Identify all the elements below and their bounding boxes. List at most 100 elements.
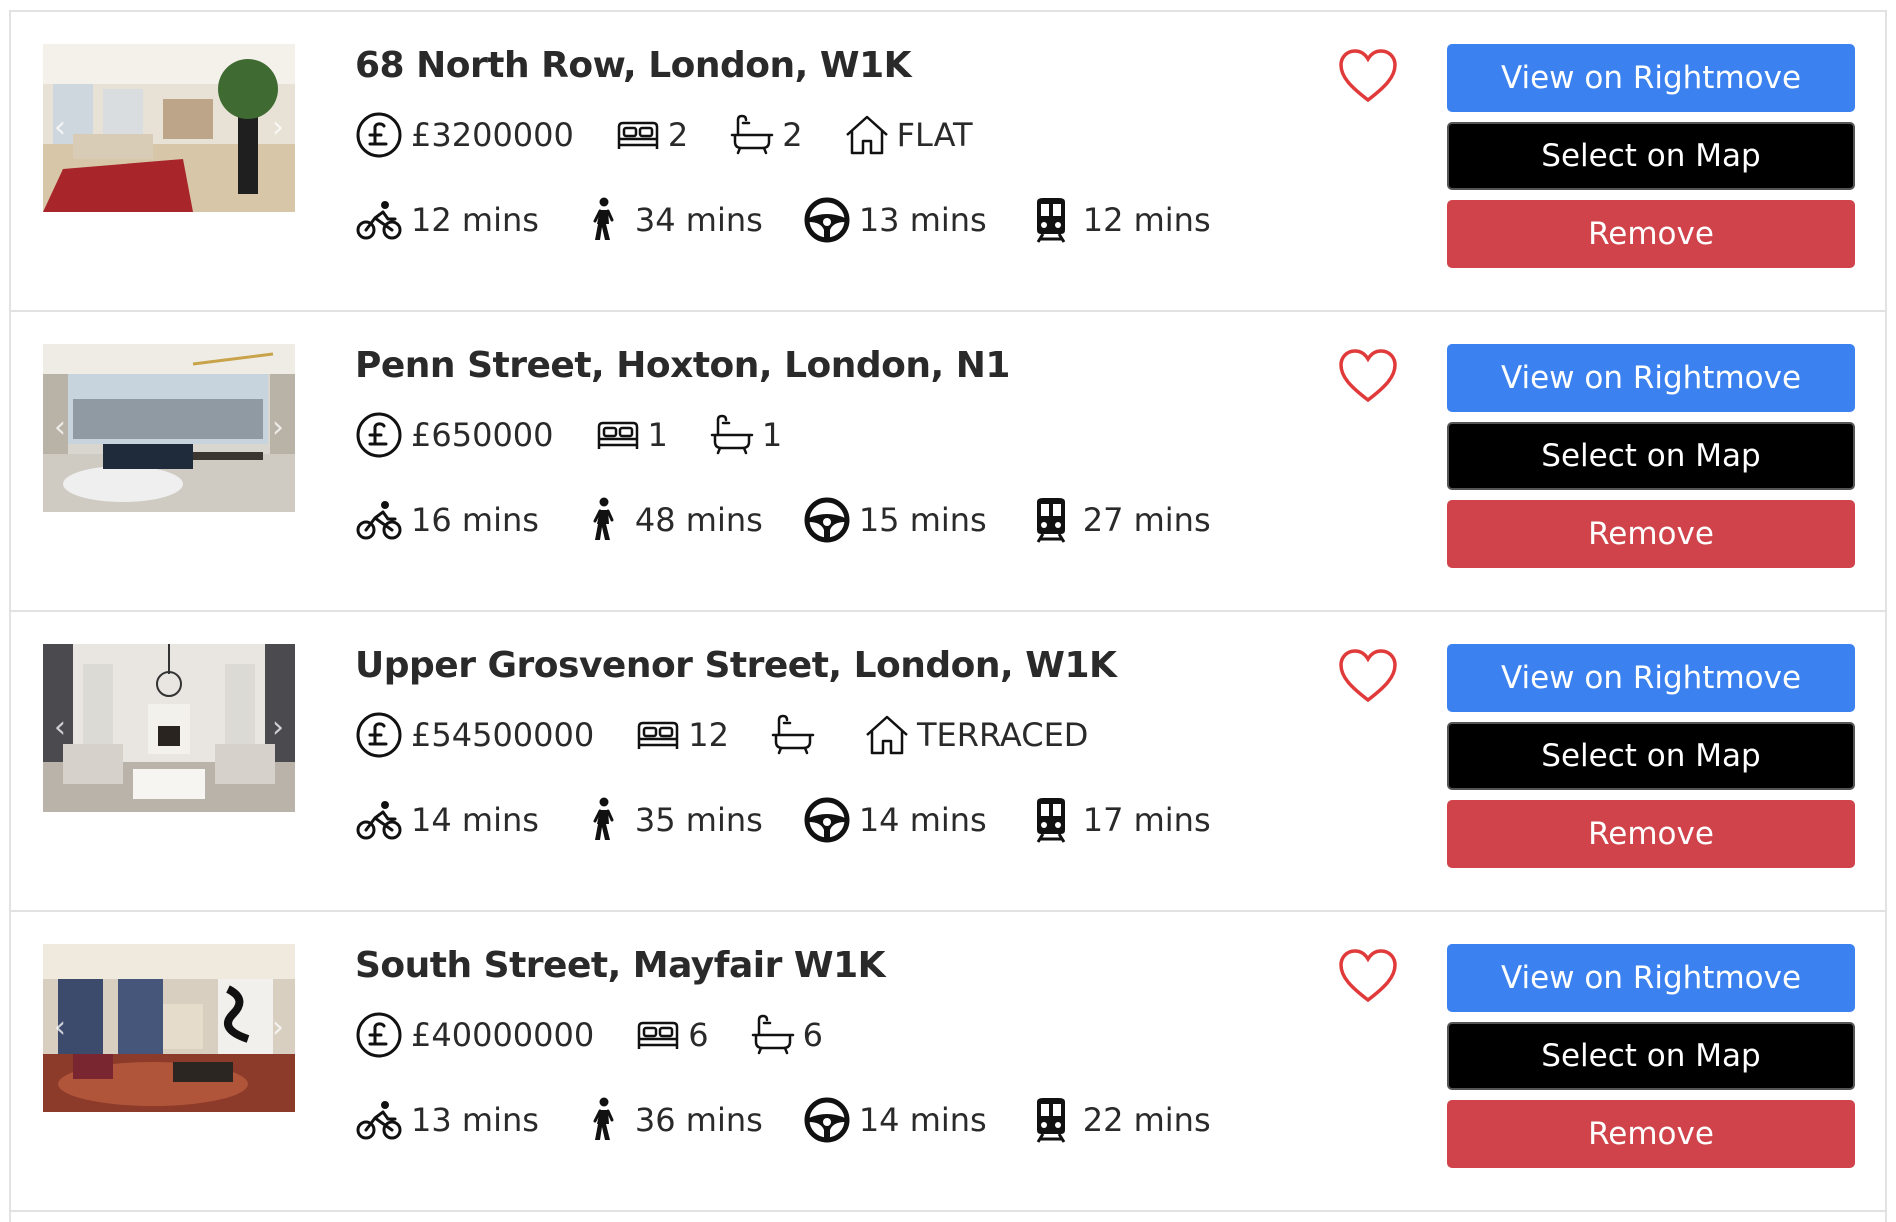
price-value: £40000000 xyxy=(411,1016,595,1054)
transit-time: 27 mins xyxy=(1082,501,1211,539)
carousel-prev-icon[interactable]: ‹ xyxy=(49,112,71,144)
bathtub-icon xyxy=(708,411,756,459)
bike-time: 13 mins xyxy=(411,1101,539,1139)
transit-time: 12 mins xyxy=(1082,201,1211,239)
steering-wheel-icon xyxy=(803,196,851,244)
bed-icon xyxy=(634,1011,682,1059)
price: £40000000 xyxy=(355,1011,594,1059)
bike-time: 12 mins xyxy=(411,201,539,239)
heart-icon[interactable] xyxy=(1337,346,1399,408)
price: £650000 xyxy=(355,411,554,459)
property-card: ‹ › South Street, Mayfair W1K £40000000 … xyxy=(11,912,1885,1212)
travel-times: 12 mins 34 mins 13 mins 12 mins xyxy=(355,195,1251,245)
travel-transit: 12 mins xyxy=(1027,196,1211,244)
pound-circle-icon xyxy=(355,711,403,759)
carousel-prev-icon[interactable]: ‹ xyxy=(49,412,71,444)
train-icon xyxy=(1027,796,1075,844)
travel-bike: 12 mins xyxy=(355,196,539,244)
property-photo xyxy=(43,944,295,1112)
carousel-next-icon[interactable]: › xyxy=(267,1012,289,1044)
train-icon xyxy=(1027,496,1075,544)
property-details: £40000000 6 6 xyxy=(355,1010,863,1060)
carousel-next-icon[interactable]: › xyxy=(267,712,289,744)
bathrooms-value: 2 xyxy=(782,116,803,154)
carousel-prev-icon[interactable]: ‹ xyxy=(49,712,71,744)
bike-time: 14 mins xyxy=(411,801,539,839)
carousel-next-icon[interactable]: › xyxy=(267,112,289,144)
walk-time: 35 mins xyxy=(634,801,763,839)
select-on-map-button[interactable]: Select on Map xyxy=(1447,722,1855,790)
pound-circle-icon xyxy=(355,1011,403,1059)
property-type: FLAT xyxy=(843,111,973,159)
bed-icon xyxy=(634,711,682,759)
travel-bike: 14 mins xyxy=(355,796,539,844)
select-on-map-button[interactable]: Select on Map xyxy=(1447,422,1855,490)
price-value: £54500000 xyxy=(411,716,595,754)
bed-icon xyxy=(594,411,642,459)
travel-times: 16 mins 48 mins 15 mins 27 mins xyxy=(355,495,1251,545)
walking-icon xyxy=(579,1096,627,1144)
view-on-rightmove-button[interactable]: View on Rightmove xyxy=(1447,644,1855,712)
bedrooms: 2 xyxy=(614,111,688,159)
remove-button[interactable]: Remove xyxy=(1447,1100,1855,1168)
pound-circle-icon xyxy=(355,111,403,159)
heart-icon[interactable] xyxy=(1337,46,1399,108)
remove-button[interactable]: Remove xyxy=(1447,500,1855,568)
travel-drive: 15 mins xyxy=(803,496,987,544)
bicycle-icon xyxy=(355,496,403,544)
travel-drive: 14 mins xyxy=(803,796,987,844)
steering-wheel-icon xyxy=(803,1096,851,1144)
view-on-rightmove-button[interactable]: View on Rightmove xyxy=(1447,344,1855,412)
bathrooms: 6 xyxy=(749,1011,823,1059)
travel-times: 14 mins 35 mins 14 mins 17 mins xyxy=(355,795,1251,845)
property-photo-carousel[interactable]: ‹ › xyxy=(43,44,295,212)
bedrooms-value: 6 xyxy=(688,1016,709,1054)
walking-icon xyxy=(579,496,627,544)
select-on-map-button[interactable]: Select on Map xyxy=(1447,1022,1855,1090)
carousel-prev-icon[interactable]: ‹ xyxy=(49,1012,71,1044)
heart-icon[interactable] xyxy=(1337,946,1399,1008)
bicycle-icon xyxy=(355,796,403,844)
travel-transit: 27 mins xyxy=(1027,496,1211,544)
view-on-rightmove-button[interactable]: View on Rightmove xyxy=(1447,944,1855,1012)
bedrooms-value: 12 xyxy=(688,716,729,754)
property-details: £3200000 2 2 FLAT xyxy=(355,110,1013,160)
property-photo-carousel[interactable]: ‹ › xyxy=(43,344,295,512)
bathrooms-value: 6 xyxy=(802,1016,823,1054)
transit-time: 17 mins xyxy=(1082,801,1211,839)
house-icon xyxy=(843,111,891,159)
saved-properties-list: ‹ › 68 North Row, London, W1K £3200000 2… xyxy=(9,10,1887,1222)
bedrooms: 1 xyxy=(594,411,668,459)
property-type-value: TERRACED xyxy=(916,716,1089,754)
bicycle-icon xyxy=(355,1096,403,1144)
train-icon xyxy=(1027,196,1075,244)
remove-button[interactable]: Remove xyxy=(1447,800,1855,868)
property-photo-carousel[interactable]: ‹ › xyxy=(43,644,295,812)
property-title: 68 North Row, London, W1K xyxy=(355,45,912,86)
bedrooms-value: 1 xyxy=(647,416,668,454)
steering-wheel-icon xyxy=(803,796,851,844)
heart-icon[interactable] xyxy=(1337,646,1399,708)
select-on-map-button[interactable]: Select on Map xyxy=(1447,122,1855,190)
price-value: £650000 xyxy=(411,416,554,454)
drive-time: 15 mins xyxy=(858,501,987,539)
bathtub-icon xyxy=(728,111,776,159)
property-details: £650000 1 1 xyxy=(355,410,822,460)
property-title: South Street, Mayfair W1K xyxy=(355,945,886,986)
bathrooms: 2 xyxy=(728,111,803,159)
view-on-rightmove-button[interactable]: View on Rightmove xyxy=(1447,44,1855,112)
carousel-next-icon[interactable]: › xyxy=(267,412,289,444)
property-photo-carousel[interactable]: ‹ › xyxy=(43,944,295,1112)
property-card: ‹ › Upper Grosvenor Street, London, W1K … xyxy=(11,612,1885,912)
walking-icon xyxy=(579,796,627,844)
travel-transit: 17 mins xyxy=(1027,796,1211,844)
price: £3200000 xyxy=(355,111,574,159)
bedrooms: 6 xyxy=(634,1011,709,1059)
remove-button[interactable]: Remove xyxy=(1447,200,1855,268)
drive-time: 14 mins xyxy=(858,1101,987,1139)
bathtub-icon xyxy=(769,711,817,759)
steering-wheel-icon xyxy=(803,496,851,544)
price: £54500000 xyxy=(355,711,594,759)
pound-circle-icon xyxy=(355,411,403,459)
travel-drive: 13 mins xyxy=(803,196,987,244)
